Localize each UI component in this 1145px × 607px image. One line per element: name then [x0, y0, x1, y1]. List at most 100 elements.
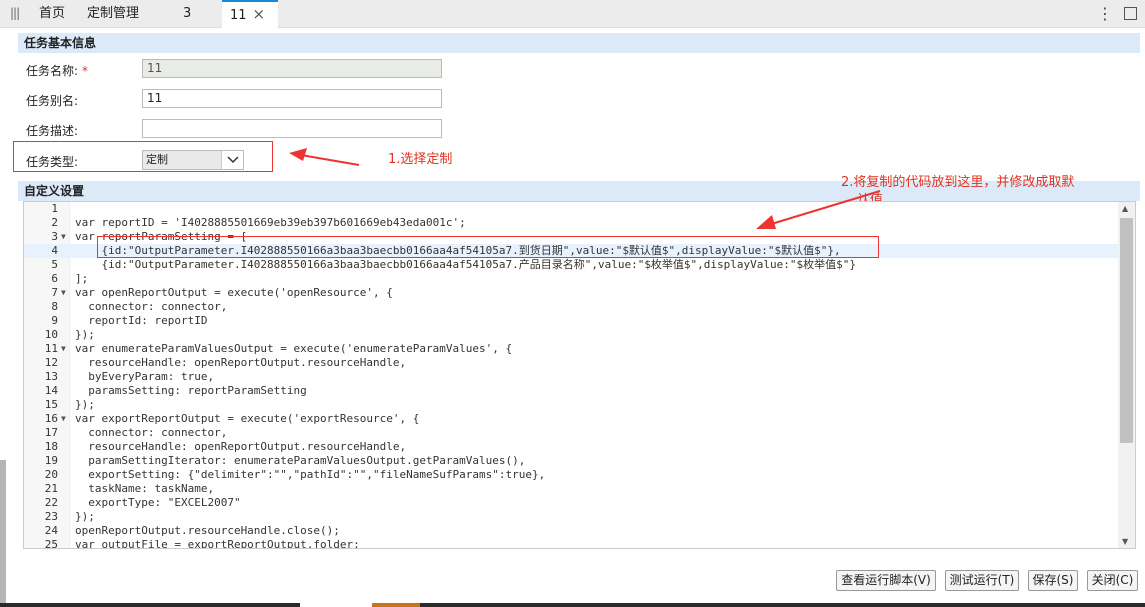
code-line: 24 openReportOutput.resourceHandle.close(… — [24, 524, 1119, 538]
view-script-button[interactable]: 查看运行脚本(V) — [836, 570, 936, 591]
task-desc-field[interactable] — [142, 119, 442, 138]
code-text: var outputFile = exportReportOutput.fold… — [75, 538, 360, 549]
line-number: 25 — [44, 538, 58, 549]
menu-grip-icon[interactable]: ||| — [10, 6, 20, 20]
annotation-box-type — [13, 141, 273, 172]
code-text: reportId: reportID — [75, 314, 208, 327]
fold-icon[interactable]: ▼ — [61, 230, 66, 244]
fold-icon[interactable]: ▼ — [61, 342, 66, 356]
line-number: 22 — [44, 496, 58, 509]
code-text: openReportOutput.resourceHandle.close(); — [75, 524, 340, 537]
test-run-button[interactable]: 测试运行(T) — [945, 570, 1019, 591]
save-button[interactable]: 保存(S) — [1028, 570, 1078, 591]
tab-11[interactable]: 11 × — [222, 0, 278, 28]
line-number: 14 — [44, 384, 58, 397]
scroll-down-icon[interactable]: ▼ — [1122, 537, 1128, 546]
line-number: 9 — [51, 314, 58, 327]
line-number: 7 — [51, 286, 58, 299]
task-desc-label: 任务描述: — [26, 124, 79, 138]
line-number: 23 — [44, 510, 58, 523]
line-number: 21 — [44, 482, 58, 495]
code-text: }); — [75, 328, 95, 341]
task-alias-field[interactable]: 11 — [142, 89, 442, 108]
line-number: 20 — [44, 468, 58, 481]
code-line: 15}); — [24, 398, 1119, 412]
tab-label: 3 — [183, 6, 192, 21]
code-text: {id:"OutputParameter.I402888550166a3baa3… — [75, 258, 857, 271]
code-line: 17 connector: connector, — [24, 426, 1119, 440]
line-number: 17 — [44, 426, 58, 439]
left-edge-strip — [0, 460, 6, 607]
code-text: var reportID = 'I4028885501669eb39eb397b… — [75, 216, 466, 229]
tab-label: 首页 — [39, 6, 66, 21]
maximize-icon[interactable] — [1124, 7, 1137, 20]
tab-label: 11 — [230, 8, 247, 23]
code-line: 10}); — [24, 328, 1119, 342]
fold-icon[interactable]: ▼ — [61, 286, 66, 300]
code-text: resourceHandle: openReportOutput.resourc… — [75, 356, 407, 369]
annotation-arrow-icon — [289, 148, 360, 166]
task-alias-label: 任务别名: — [26, 94, 79, 108]
code-text: paramsSetting: reportParamSetting — [75, 384, 307, 397]
tab-label: 定制管理 — [87, 6, 140, 21]
code-text: var openReportOutput = execute('openReso… — [75, 286, 393, 299]
code-line: 22 exportType: "EXCEL2007" — [24, 496, 1119, 510]
taskbar-strip — [372, 603, 420, 607]
line-number: 8 — [51, 300, 58, 313]
code-text: exportSetting: {"delimiter":"","pathId":… — [75, 468, 546, 481]
code-line: 23}); — [24, 510, 1119, 524]
code-text: taskName: taskName, — [75, 482, 215, 495]
code-text: }); — [75, 510, 95, 523]
line-number: 24 — [44, 524, 58, 537]
task-name-field: 11 — [142, 59, 442, 78]
scroll-thumb[interactable] — [1120, 218, 1133, 443]
line-number: 3 — [51, 230, 58, 243]
line-number: 13 — [44, 370, 58, 383]
code-text: var enumerateParamValuesOutput = execute… — [75, 342, 513, 355]
code-line: 9 reportId: reportID — [24, 314, 1119, 328]
fold-icon[interactable]: ▼ — [61, 412, 66, 426]
code-line: 5 {id:"OutputParameter.I402888550166a3ba… — [24, 258, 1119, 272]
line-number: 12 — [44, 356, 58, 369]
code-line: 19 paramSettingIterator: enumerateParamV… — [24, 454, 1119, 468]
code-text: resourceHandle: openReportOutput.resourc… — [75, 440, 407, 453]
close-button[interactable]: 关闭(C) — [1087, 570, 1138, 591]
code-line: 20 exportSetting: {"delimiter":"","pathI… — [24, 468, 1119, 482]
scroll-up-icon[interactable]: ▲ — [1122, 204, 1128, 213]
line-number: 16 — [44, 412, 58, 425]
line-number: 4 — [51, 244, 58, 257]
required-mark: * — [82, 64, 89, 78]
line-number: 19 — [44, 454, 58, 467]
code-text: connector: connector, — [75, 300, 228, 313]
code-line: 6]; — [24, 272, 1119, 286]
section-header-basic: 任务基本信息 — [18, 33, 1140, 53]
code-text: }); — [75, 398, 95, 411]
line-number: 18 — [44, 440, 58, 453]
code-text: var exportReportOutput = execute('export… — [75, 412, 420, 425]
line-number: 10 — [44, 328, 58, 341]
code-line: 21 taskName: taskName, — [24, 482, 1119, 496]
annotation-step-1: 1.选择定制 — [388, 152, 453, 167]
code-line: 11 ▼ var enumerateParamValuesOutput = exec… — [24, 342, 1119, 356]
line-number: 11 — [44, 342, 58, 355]
code-line: 1 — [24, 202, 1119, 216]
close-icon[interactable]: × — [253, 5, 266, 23]
line-number: 1 — [51, 202, 58, 215]
code-text: ]; — [75, 272, 89, 285]
tab-3[interactable]: 3 — [175, 0, 199, 28]
task-name-label: 任务名称: * — [26, 64, 89, 78]
code-line: 14 paramsSetting: reportParamSetting — [24, 384, 1119, 398]
annotation-box-code — [97, 236, 879, 258]
code-text: byEveryParam: true, — [75, 370, 215, 383]
line-number: 5 — [51, 258, 58, 271]
vertical-scrollbar[interactable]: ▲ ▼ — [1118, 202, 1135, 548]
line-number: 15 — [44, 398, 58, 411]
code-text: paramSettingIterator: enumerateParamValu… — [75, 454, 526, 467]
more-vertical-icon[interactable]: ⋮ — [1097, 4, 1113, 23]
code-text: connector: connector, — [75, 426, 228, 439]
annotation-arrow-icon — [756, 190, 881, 229]
tab-home[interactable]: 首页 — [31, 0, 73, 28]
code-line: 16 ▼ var exportReportOutput = execute('exp… — [24, 412, 1119, 426]
tab-custom-management[interactable]: 定制管理 — [79, 0, 147, 28]
line-number: 2 — [51, 216, 58, 229]
